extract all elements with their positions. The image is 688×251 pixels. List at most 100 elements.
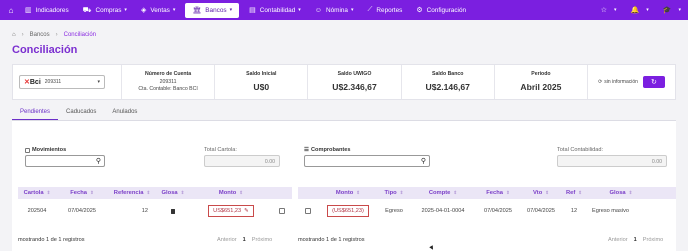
- chart-bars-icon: ▥: [25, 7, 32, 14]
- col-fecha[interactable]: Fecha ⇕: [56, 190, 108, 196]
- star-icon: ☆: [600, 7, 608, 14]
- nav-configuracion[interactable]: ⚙ Configuración: [409, 0, 473, 20]
- col-referencia[interactable]: Referencia ⇕: [108, 190, 156, 196]
- sort-icon: ⇕: [545, 190, 550, 195]
- notifications-menu[interactable]: 🔔 ▾: [624, 0, 656, 20]
- sin-informacion[interactable]: ⟳ sin información: [598, 79, 638, 85]
- refresh-icon: ↻: [651, 79, 657, 86]
- row-ref: 12: [570, 208, 578, 214]
- sort-icon: ⇕: [180, 190, 185, 195]
- saldo-uwigo-value: U$2.346,67: [332, 82, 377, 92]
- comprobantes-row[interactable]: (US$651,23) Egreso 2025-04-01-0004 07/04…: [298, 203, 676, 219]
- total-cartola-label: Total Cartola:: [204, 147, 237, 153]
- row-fecha: 07/04/2025: [484, 208, 512, 214]
- gear-icon: ⚙: [416, 7, 423, 14]
- movimientos-search-input[interactable]: ⚲: [25, 155, 105, 167]
- right-pagination: Anterior 1 Próximo: [608, 237, 663, 243]
- col-glosa[interactable]: Glosa ⇕: [586, 190, 656, 196]
- total-contabilidad-field: 0.00: [557, 155, 667, 167]
- nav-compras[interactable]: ⛟ Compras ▾: [76, 0, 134, 20]
- trend-icon: ⟋: [367, 6, 373, 13]
- nav-bancos[interactable]: 🏛 Bancos ▾: [185, 2, 240, 18]
- bank-account-number: 209311: [44, 79, 62, 85]
- row-checkbox[interactable]: [279, 208, 285, 214]
- pager-page[interactable]: 1: [243, 237, 246, 243]
- row-checkbox[interactable]: [305, 208, 311, 214]
- col-tipo[interactable]: Tipo ⇕: [378, 190, 410, 196]
- pager-prev[interactable]: Anterior: [608, 237, 628, 243]
- cuenta-contable: Cta. Contable: Banco BCI: [138, 85, 198, 92]
- list-icon: ☰: [304, 147, 310, 153]
- document-icon[interactable]: [171, 208, 175, 214]
- movimientos-row[interactable]: 202504 07/04/2025 12 US$651,23 ✎: [18, 203, 292, 219]
- chevron-down-icon: ▾: [124, 7, 127, 13]
- cart-icon: ⛟: [82, 6, 92, 14]
- breadcrumb-bancos[interactable]: Bancos: [30, 32, 50, 38]
- sort-icon: ⇕: [89, 190, 94, 195]
- comprobantes-label: ☰ Comprobantes: [304, 147, 351, 153]
- col-compte[interactable]: Compte ⇕: [410, 190, 476, 196]
- sort-icon: ⇕: [628, 190, 633, 195]
- graduation-cap-icon: 🎓: [662, 7, 672, 14]
- movimientos-label: Movimientos: [25, 147, 66, 153]
- pager-next[interactable]: Próximo: [252, 237, 273, 243]
- movimientos-table-header: Cartola ⇕ Fecha ⇕ Referencia ⇕ Glosa ⇕ Monto…: [18, 187, 292, 199]
- saldo-uwigo: Saldo UWIGO U$2.346,67: [307, 65, 400, 99]
- nav-indicadores[interactable]: ▥ Indicadores: [18, 0, 76, 20]
- bci-logo: ✕Bci: [24, 79, 41, 86]
- refresh-button[interactable]: ↻: [642, 76, 665, 88]
- breadcrumb-separator-icon: ›: [21, 32, 24, 38]
- chevron-down-icon: ▾: [97, 79, 100, 85]
- home-icon[interactable]: ⌂: [12, 32, 16, 38]
- comprobantes-table-header: Monto ⇕ Tipo ⇕ Compte ⇕ Fecha ⇕ Vto ⇕ Ref ⇕ Gl…: [298, 187, 676, 199]
- row-monto-cell: US$651,23 ✎: [190, 205, 272, 217]
- total-cartola-field: 0.00: [204, 155, 280, 167]
- chevron-down-icon: ▾: [172, 7, 176, 13]
- row-glosa[interactable]: [156, 208, 190, 214]
- col-monto[interactable]: Monto ⇕: [190, 190, 272, 196]
- col-ref[interactable]: Ref ⇕: [562, 190, 586, 196]
- tab-caducados[interactable]: Caducados: [58, 104, 104, 120]
- nav-nomina[interactable]: ☺ Nómina ▾: [308, 0, 361, 20]
- col-cartola[interactable]: Cartola ⇕: [18, 190, 56, 196]
- tab-pendientes[interactable]: Pendientes: [12, 104, 59, 120]
- nav-contabilidad[interactable]: ▤ Contabilidad ▾: [242, 0, 308, 20]
- row-vto: 07/04/2025: [527, 208, 555, 214]
- edit-icon[interactable]: ✎: [244, 208, 249, 214]
- pager-next[interactable]: Próximo: [643, 237, 664, 243]
- col-fecha[interactable]: Fecha ⇕: [476, 190, 520, 196]
- account-summary: ✕Bci 209311 ▾ Número de Cuenta 209311 Ct…: [12, 64, 676, 100]
- tab-bar: Pendientes Caducados Anulados: [12, 104, 145, 120]
- calendar-icon: [25, 147, 30, 153]
- comprobantes-search-input[interactable]: ⚲: [304, 155, 430, 167]
- favorites-menu[interactable]: ☆ ▾: [594, 0, 624, 20]
- chevron-down-icon: ▾: [614, 7, 617, 13]
- row-tipo: Egreso: [385, 208, 403, 214]
- chevron-down-icon: ▾: [350, 7, 354, 13]
- pager-prev[interactable]: Anterior: [217, 237, 237, 243]
- breadcrumb-separator-icon: ›: [55, 32, 58, 38]
- reconciliation-panel: Movimientos ⚲ Total Cartola: 0.00 Cartol…: [12, 121, 676, 251]
- user-menu[interactable]: 🎓 ▾: [656, 0, 688, 20]
- search-icon[interactable]: ⚲: [96, 157, 101, 165]
- row-select-cell: [272, 208, 292, 214]
- nav-reportes[interactable]: ⟋ Reportes: [361, 0, 410, 20]
- sync-icon: ⟳: [598, 79, 603, 85]
- cuenta-number: 209311: [159, 78, 177, 85]
- periodo-label: Periodo: [531, 71, 551, 77]
- saldo-banco-value: U$2.146,67: [425, 82, 470, 92]
- saldo-inicial-value: U$0: [253, 82, 270, 92]
- chevron-down-icon: ▾: [298, 7, 301, 13]
- row-monto-highlight[interactable]: (US$651,23): [327, 205, 369, 217]
- tab-anulados[interactable]: Anulados: [104, 104, 145, 120]
- bank-account-select[interactable]: ✕Bci 209311 ▾: [19, 75, 105, 89]
- search-icon[interactable]: ⚲: [421, 157, 426, 165]
- col-monto[interactable]: Monto ⇕: [318, 190, 378, 196]
- nav-ventas[interactable]: ◈ Ventas ▾: [134, 0, 182, 20]
- menu-home-icon[interactable]: ⌂: [4, 0, 18, 20]
- col-vto[interactable]: Vto ⇕: [520, 190, 562, 196]
- col-glosa[interactable]: Glosa ⇕: [156, 190, 190, 196]
- saldo-banco-label: Saldo Banco: [432, 71, 464, 77]
- row-monto-highlight[interactable]: US$651,23 ✎: [208, 205, 254, 217]
- pager-page[interactable]: 1: [634, 237, 637, 243]
